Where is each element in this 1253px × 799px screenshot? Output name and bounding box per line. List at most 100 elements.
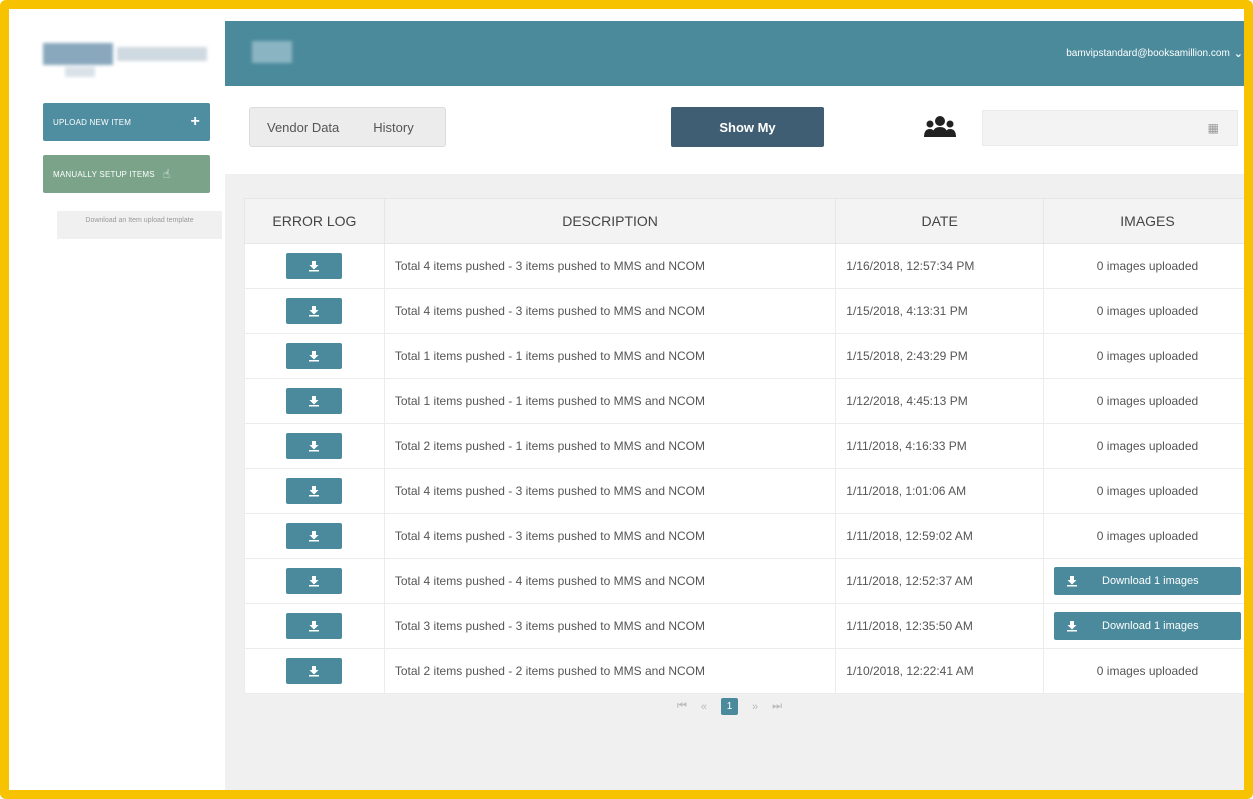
main-content: Vendor Data History Show My ▦ ERROR LOG xyxy=(225,86,1244,790)
description-cell: Total 2 items pushed - 2 items pushed to… xyxy=(383,648,837,694)
error-log-cell xyxy=(244,423,385,469)
download-template-link[interactable]: Download an Item upload template xyxy=(57,211,222,239)
error-log-cell xyxy=(244,603,385,649)
toolbar: Vendor Data History Show My ▦ xyxy=(225,86,1244,174)
download-icon xyxy=(308,620,320,632)
download-icon xyxy=(308,485,320,497)
next-page-icon[interactable]: » xyxy=(752,701,758,713)
prev-page-icon[interactable]: « xyxy=(701,701,707,713)
download-icon xyxy=(308,305,320,317)
download-icon xyxy=(308,575,320,587)
download-error-log-button[interactable] xyxy=(286,478,343,504)
images-status: 0 images uploaded xyxy=(1096,304,1199,318)
download-icon xyxy=(1066,620,1078,632)
date-cell: 1/11/2018, 12:59:02 AM xyxy=(835,513,1045,559)
date-cell: 1/11/2018, 1:01:06 AM xyxy=(835,468,1045,514)
last-page-icon[interactable]: ⏭ xyxy=(772,700,782,713)
column-header-error-log: ERROR LOG xyxy=(244,198,385,244)
error-log-cell xyxy=(244,468,385,514)
download-images-button[interactable]: Download 1 images xyxy=(1054,612,1242,640)
images-status: 0 images uploaded xyxy=(1096,664,1199,678)
sidebar: UPLOAD NEW ITEM + MANUALLY SETUP ITEMS ☝… xyxy=(21,21,224,790)
table-row: Total 2 items pushed - 2 items pushed to… xyxy=(244,648,1244,694)
calendar-icon[interactable]: ▦ xyxy=(1208,121,1219,135)
images-status: 0 images uploaded xyxy=(1096,394,1199,408)
date-input[interactable]: ▦ xyxy=(982,110,1238,146)
download-icon xyxy=(308,440,320,452)
download-error-log-button[interactable] xyxy=(286,298,343,324)
error-log-cell xyxy=(244,513,385,559)
table-row: Total 4 items pushed - 3 items pushed to… xyxy=(244,468,1244,514)
table-row: Total 1 items pushed - 1 items pushed to… xyxy=(244,333,1244,379)
date-cell: 1/15/2018, 4:13:31 PM xyxy=(835,288,1045,334)
download-icon xyxy=(1066,575,1078,587)
user-menu[interactable]: bamvipstandard@booksamillion.com ⌄ xyxy=(1066,47,1243,60)
error-log-cell xyxy=(244,243,385,289)
description-cell: Total 4 items pushed - 3 items pushed to… xyxy=(383,468,837,514)
images-cell: 0 images uploaded xyxy=(1043,378,1244,424)
description-cell: Total 1 items pushed - 1 items pushed to… xyxy=(383,333,837,379)
date-cell: 1/16/2018, 12:57:34 PM xyxy=(835,243,1045,289)
table-row: Total 4 items pushed - 3 items pushed to… xyxy=(244,513,1244,559)
upload-new-item-label: UPLOAD NEW ITEM xyxy=(53,117,132,127)
download-error-log-button[interactable] xyxy=(286,613,343,639)
images-status: 0 images uploaded xyxy=(1096,259,1199,273)
download-error-log-button[interactable] xyxy=(286,343,343,369)
date-cell: 1/15/2018, 2:43:29 PM xyxy=(835,333,1045,379)
images-status: 0 images uploaded xyxy=(1096,349,1199,363)
column-header-images: IMAGES xyxy=(1043,198,1244,244)
users-icon[interactable] xyxy=(923,115,957,141)
date-cell: 1/12/2018, 4:45:13 PM xyxy=(835,378,1045,424)
manually-setup-items-button[interactable]: MANUALLY SETUP ITEMS ☝ xyxy=(43,155,210,193)
tab-group: Vendor Data History xyxy=(249,107,446,147)
download-template-label: Download an Item upload template xyxy=(85,217,194,224)
tab-vendor-data[interactable]: Vendor Data xyxy=(250,120,356,135)
images-status: 0 images uploaded xyxy=(1096,529,1199,543)
download-error-log-button[interactable] xyxy=(286,658,343,684)
description-cell: Total 1 items pushed - 1 items pushed to… xyxy=(383,378,837,424)
download-images-label: Download 1 images xyxy=(1102,620,1199,632)
date-cell: 1/11/2018, 12:35:50 AM xyxy=(835,603,1045,649)
error-log-cell xyxy=(244,558,385,604)
download-error-log-button[interactable] xyxy=(286,388,343,414)
page-current[interactable]: 1 xyxy=(721,698,739,715)
user-email: bamvipstandard@booksamillion.com xyxy=(1066,48,1230,59)
logo xyxy=(43,41,218,77)
download-icon xyxy=(308,665,320,677)
show-my-button[interactable]: Show My xyxy=(671,107,824,147)
table-row: Total 4 items pushed - 4 items pushed to… xyxy=(244,558,1244,604)
top-header: bamvipstandard@booksamillion.com ⌄ xyxy=(225,21,1244,86)
download-error-log-button[interactable] xyxy=(286,523,343,549)
hand-pointer-icon: ☝ xyxy=(162,167,171,181)
download-icon xyxy=(308,260,320,272)
images-cell: Download 1 images xyxy=(1043,603,1244,649)
images-cell: Download 1 images xyxy=(1043,558,1244,604)
column-header-date: DATE xyxy=(835,198,1045,244)
download-icon xyxy=(308,530,320,542)
error-log-cell xyxy=(244,648,385,694)
images-cell: 0 images uploaded xyxy=(1043,243,1244,289)
images-cell: 0 images uploaded xyxy=(1043,513,1244,559)
download-error-log-button[interactable] xyxy=(286,568,343,594)
table-row: Total 4 items pushed - 3 items pushed to… xyxy=(244,288,1244,334)
description-cell: Total 4 items pushed - 3 items pushed to… xyxy=(383,243,837,289)
table-row: Total 4 items pushed - 3 items pushed to… xyxy=(244,243,1244,289)
images-cell: 0 images uploaded xyxy=(1043,423,1244,469)
table-row: Total 1 items pushed - 1 items pushed to… xyxy=(244,378,1244,424)
download-error-log-button[interactable] xyxy=(286,253,343,279)
images-status: 0 images uploaded xyxy=(1096,484,1199,498)
images-cell: 0 images uploaded xyxy=(1043,333,1244,379)
header-logo xyxy=(252,41,292,63)
manually-setup-items-label: MANUALLY SETUP ITEMS xyxy=(53,169,155,179)
upload-new-item-button[interactable]: UPLOAD NEW ITEM + xyxy=(43,103,210,141)
date-cell: 1/10/2018, 12:22:41 AM xyxy=(835,648,1045,694)
first-page-icon[interactable]: ⏮ xyxy=(677,700,687,713)
images-cell: 0 images uploaded xyxy=(1043,288,1244,334)
tab-history[interactable]: History xyxy=(356,120,430,135)
description-cell: Total 2 items pushed - 1 items pushed to… xyxy=(383,423,837,469)
download-images-button[interactable]: Download 1 images xyxy=(1054,567,1242,595)
column-header-description: DESCRIPTION xyxy=(383,198,837,244)
images-cell: 0 images uploaded xyxy=(1043,648,1244,694)
download-error-log-button[interactable] xyxy=(286,433,343,459)
pagination: ⏮ « 1 » ⏭ xyxy=(677,698,782,715)
